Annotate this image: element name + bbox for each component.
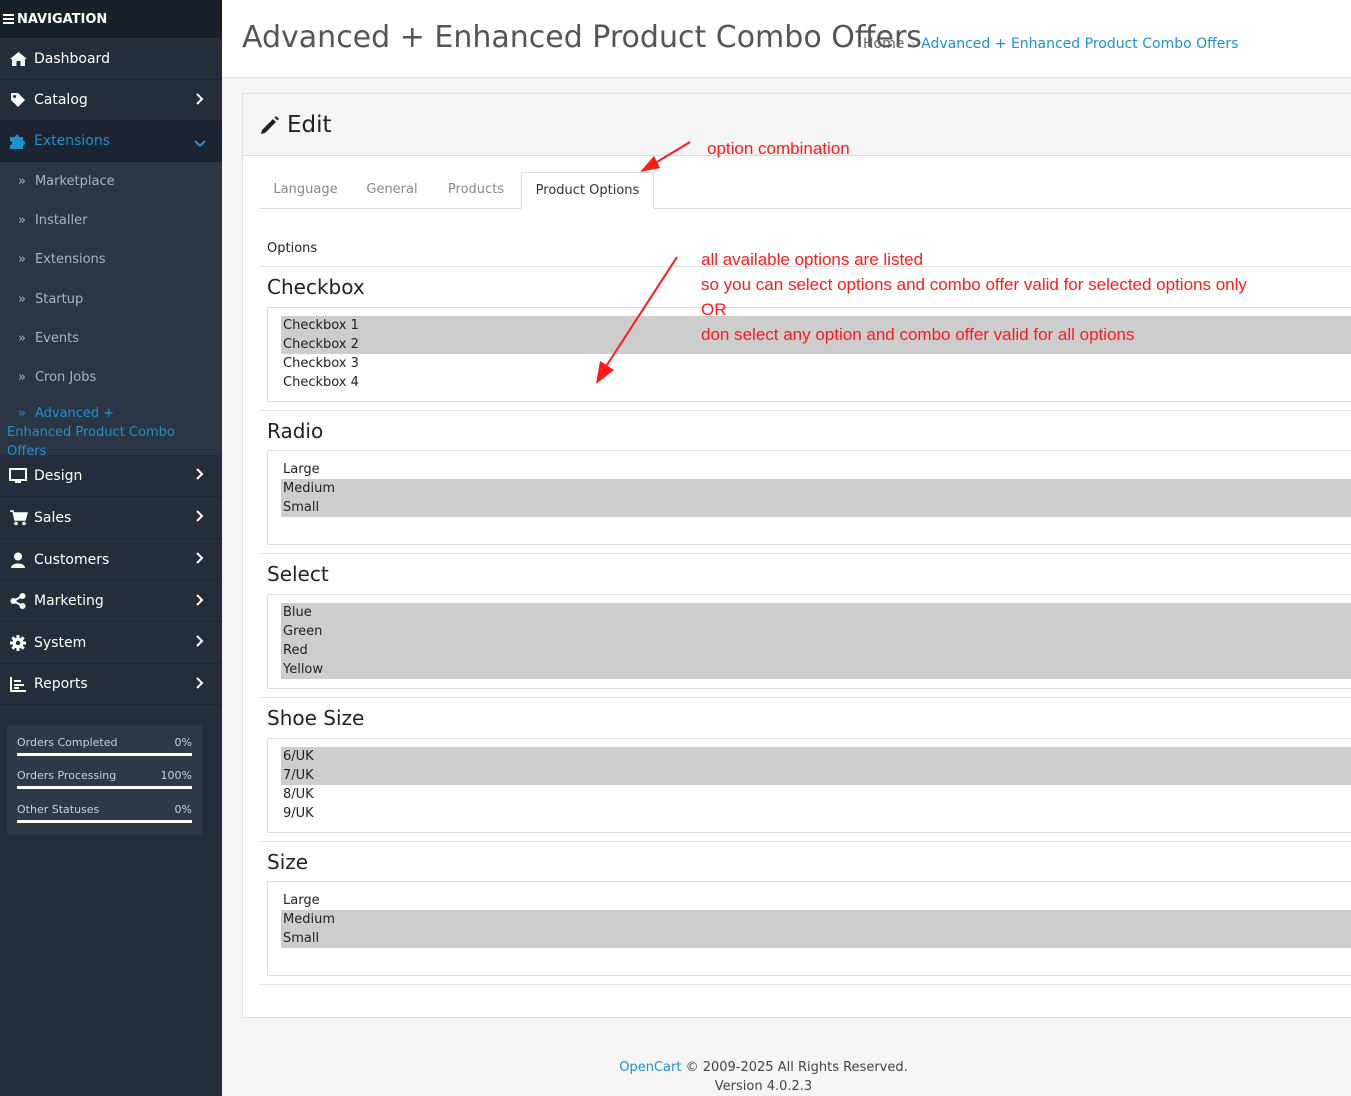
annotation-arrow-tab xyxy=(640,141,691,172)
annotation-line: so you can select options and combo offe… xyxy=(701,275,1247,294)
annotation-arrows xyxy=(596,141,691,384)
annotation-description: all available options are listed so you … xyxy=(701,247,1247,347)
annotation-line: don select any option and combo offer va… xyxy=(701,325,1135,344)
annotation-arrow-options xyxy=(596,256,678,384)
annotation-line: all available options are listed xyxy=(701,250,924,269)
annotation-line: OR xyxy=(701,300,727,319)
